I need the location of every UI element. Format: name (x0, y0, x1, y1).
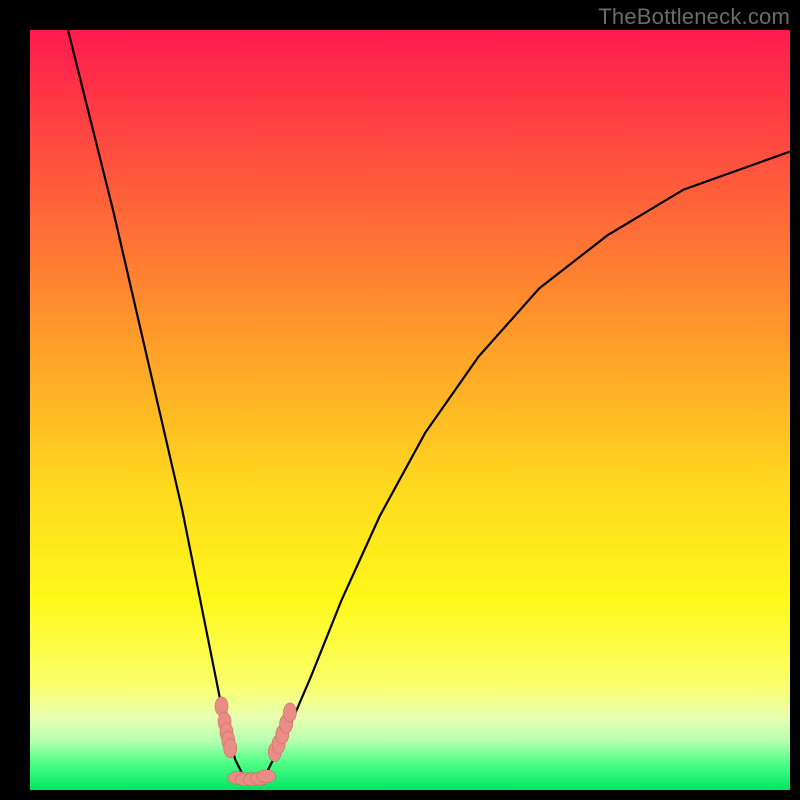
watermark-text: TheBottleneck.com (598, 4, 790, 30)
gradient-background (30, 30, 790, 790)
marker-bottom (257, 770, 276, 783)
marker-left (224, 739, 237, 758)
chart-svg (30, 30, 790, 790)
marker-right (283, 703, 296, 722)
plot-area (30, 30, 790, 790)
chart-frame: TheBottleneck.com (0, 0, 800, 800)
